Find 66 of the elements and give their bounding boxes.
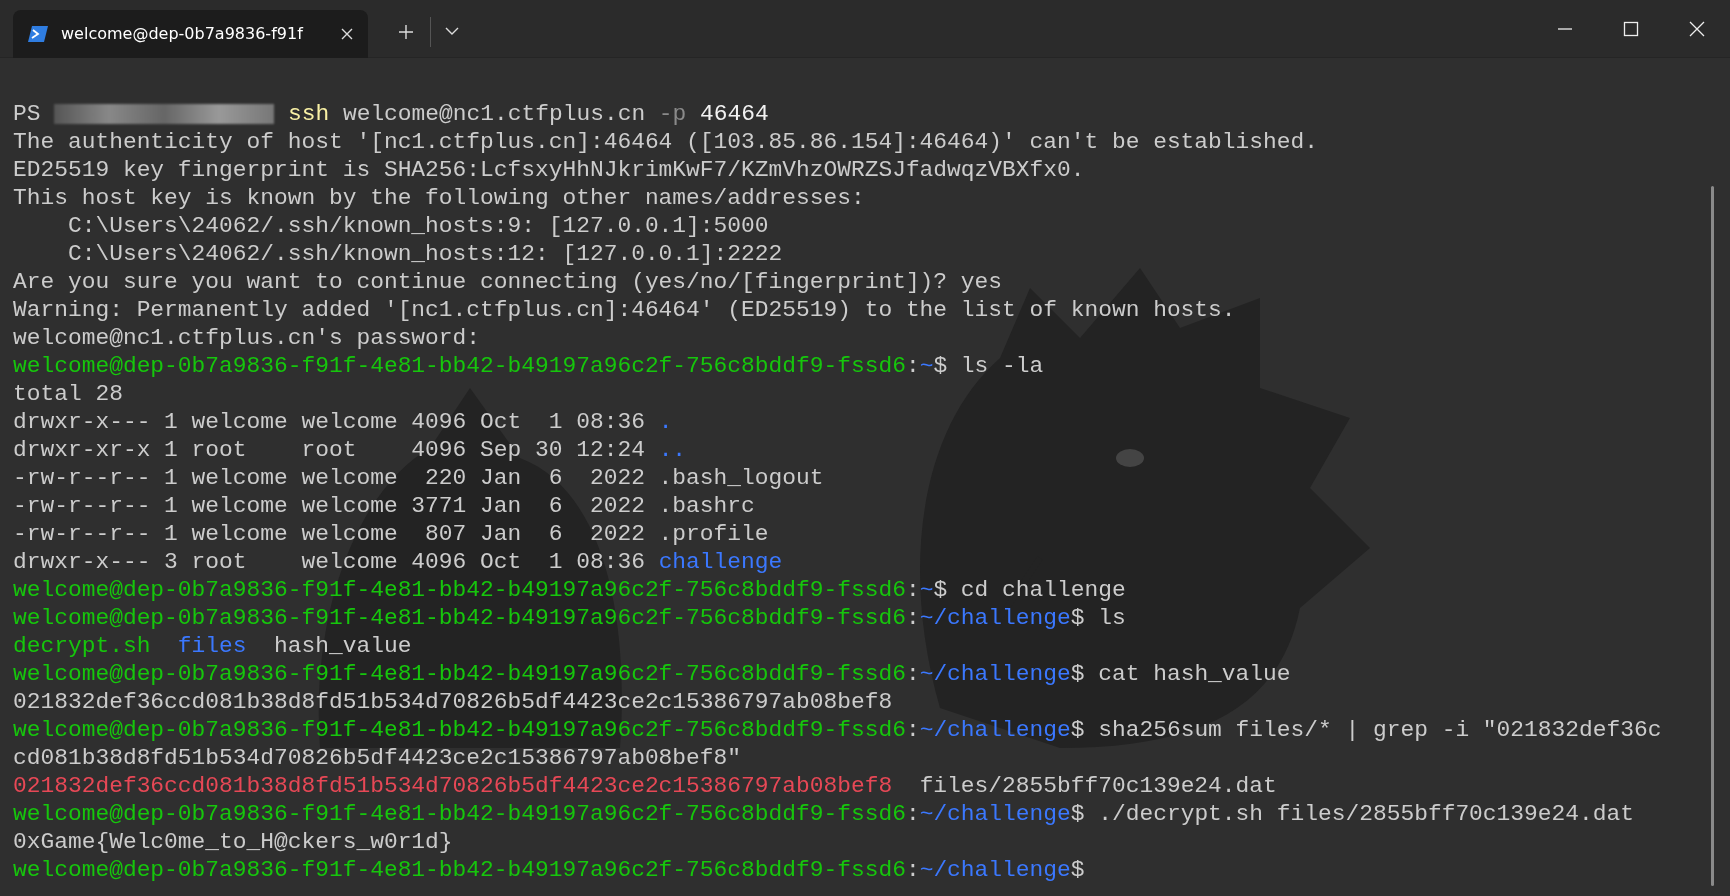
output-text: welcome@nc1.ctfplus.cn [341,101,646,127]
output-text: -rw-r--r-- 1 welcome welcome 220 Jan 6 2022 .bash_logout [13,465,824,491]
output-text: Are you sure you want to continue connecting (yes/no/[fingerprint])? yes [13,269,1003,295]
output-text: : [905,353,920,379]
directory-name: .. [658,437,687,463]
powershell-icon [27,25,49,43]
output-text: $ cat hash_value [1070,661,1291,687]
output-text: files/2855bff70c139e24.dat [918,773,1277,799]
directory-name: challenge [658,549,783,575]
output-text: -rw-r--r-- 1 welcome welcome 807 Jan 6 2022 .profile [13,521,769,547]
output-text: C:\Users\24062/.ssh/known_hosts:9: [127.0.0.1]:5000 [66,213,769,239]
close-tab-icon[interactable] [340,27,354,41]
output-text: cd081b38d8fd51b534d70826b5df4423ce2c15386797ab08bef8" [13,745,742,771]
command-text: ssh [286,101,330,127]
output-text: drwxr-xr-x 1 root root 4096 Sep 30 12:24 [13,437,646,463]
output-text: : [905,577,920,603]
prompt-path: ~ [919,353,934,379]
output-text: 0xGame{Welc0me_to_H@ckers_w0r1d} [13,829,453,855]
matched-hash: 021832def36ccd081b38d8fd51b534d70826b5df4423ce2c15386797ab08bef8 [13,773,893,799]
output-text: The authenticity of host '[nc1.ctfplus.cn]:46464 ([103.85.86.154]:46464)' can't be established. [13,129,1318,155]
prompt-path: ~/challenge [919,717,1071,743]
output-text: welcome@nc1.ctfplus.cn's password: [13,325,481,351]
prompt-user-host: welcome@dep-0b7a9836-f91f-4e81-bb42-b49197a96c2f-756c8bddf9-fssd6 [13,661,906,687]
output-text: : [905,605,920,631]
executable-name: decrypt.sh [13,633,151,659]
directory-name: files [176,633,247,659]
output-text: ED25519 key fingerprint is SHA256:LcfsxyHhNJkrimKwF7/KZmVhzOWRZSJfadwqzVBXfx0. [13,157,1085,183]
output-text: : [905,857,920,883]
prompt-path: ~/challenge [919,661,1071,687]
dropdown-caret-icon[interactable] [445,27,459,36]
prompt-user-host: welcome@dep-0b7a9836-f91f-4e81-bb42-b49197a96c2f-756c8bddf9-fssd6 [13,577,906,603]
output-text: $ sha256sum files/* | grep -i "021832def36c [1070,717,1662,743]
terminal-tab[interactable]: welcome@dep-0b7a9836-f91f [13,10,368,58]
output-text: drwxr-x--- 1 welcome welcome 4096 Oct 1 08:36 [13,409,646,435]
flag-text: -p [657,101,687,127]
output-text: total 28 [13,381,123,407]
prompt-user-host: welcome@dep-0b7a9836-f91f-4e81-bb42-b49197a96c2f-756c8bddf9-fssd6 [13,717,906,743]
directory-name: . [658,409,673,435]
prompt-user-host: welcome@dep-0b7a9836-f91f-4e81-bb42-b49197a96c2f-756c8bddf9-fssd6 [13,353,906,379]
output-text: : [905,717,920,743]
output-text: This host key is known by the following other names/addresses: [13,185,865,211]
prompt-path: ~/challenge [919,605,1071,631]
prompt-user-host: welcome@dep-0b7a9836-f91f-4e81-bb42-b49197a96c2f-756c8bddf9-fssd6 [13,857,906,883]
output-text: C:\Users\24062/.ssh/known_hosts:12: [127.0.0.1]:2222 [66,241,783,267]
output-text: hash_value [273,633,412,659]
new-tab-icon[interactable] [398,24,414,40]
tab-title: welcome@dep-0b7a9836-f91f [61,23,305,45]
output-text: $ ls [1070,605,1126,631]
prompt-path: ~/challenge [919,801,1071,827]
prompt-path: ~ [919,577,934,603]
output-text: : [905,661,920,687]
output-text: $ ls -la [933,353,1044,379]
scrollbar-thumb[interactable] [1711,186,1714,886]
argument-text: 46464 [699,101,769,127]
prompt-user-host: welcome@dep-0b7a9836-f91f-4e81-bb42-b49197a96c2f-756c8bddf9-fssd6 [13,801,906,827]
output-text: $ cd challenge [933,577,1126,603]
output-text: $ [1070,857,1085,883]
output-text: drwxr-x--- 3 root welcome 4096 Oct 1 08:36 [13,549,646,575]
output-text: 021832def36ccd081b38d8fd51b534d70826b5df4423ce2c15386797ab08bef8 [13,689,893,715]
output-text: Warning: Permanently added '[nc1.ctfplus.cn]:46464' (ED25519) to the list of known hosts. [13,297,1236,323]
prompt-user-host: welcome@dep-0b7a9836-f91f-4e81-bb42-b49197a96c2f-756c8bddf9-fssd6 [13,605,906,631]
prompt-path: ~/challenge [919,857,1071,883]
output-text: PS [13,101,42,127]
output-text: $ ./decrypt.sh files/2855bff70c139e24.dat [1070,801,1634,827]
output-text: : [905,801,920,827]
output-text: -rw-r--r-- 1 welcome welcome 3771 Jan 6 2022 .bashrc [13,493,755,519]
